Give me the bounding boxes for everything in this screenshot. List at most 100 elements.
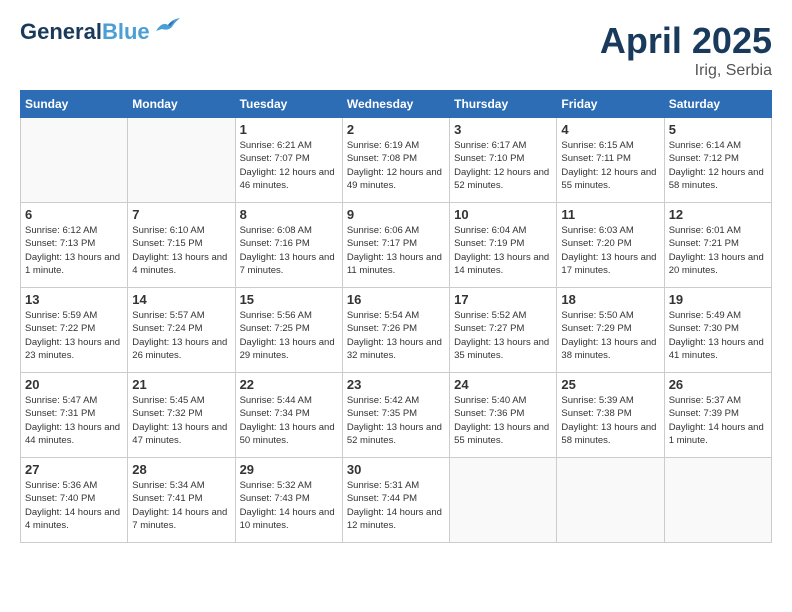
day-info: Sunrise: 6:03 AMSunset: 7:20 PMDaylight:… bbox=[561, 224, 659, 277]
title-section: April 2025 Irig, Serbia bbox=[600, 20, 772, 80]
day-number: 15 bbox=[240, 292, 338, 307]
weekday-header-row: SundayMondayTuesdayWednesdayThursdayFrid… bbox=[21, 91, 772, 118]
day-cell: 25 Sunrise: 5:39 AMSunset: 7:38 PMDayligh… bbox=[557, 373, 664, 458]
day-cell: 21Sunrise: 5:45 AMSunset: 7:32 PMDayligh… bbox=[128, 373, 235, 458]
day-info: Sunrise: 6:10 AMSunset: 7:15 PMDaylight:… bbox=[132, 224, 230, 277]
week-row-4: 20 Sunrise: 5:47 AMSunset: 7:31 PMDayligh… bbox=[21, 373, 772, 458]
day-cell: 18 Sunrise: 5:50 AMSunset: 7:29 PMDayligh… bbox=[557, 288, 664, 373]
day-cell: 12 Sunrise: 6:01 AMSunset: 7:21 PMDayligh… bbox=[664, 203, 771, 288]
day-cell: 19 Sunrise: 5:49 AMSunset: 7:30 PMDayligh… bbox=[664, 288, 771, 373]
day-number: 12 bbox=[669, 207, 767, 222]
day-cell: 11 Sunrise: 6:03 AMSunset: 7:20 PMDayligh… bbox=[557, 203, 664, 288]
day-number: 5 bbox=[669, 122, 767, 137]
day-info: Sunrise: 6:01 AMSunset: 7:21 PMDaylight:… bbox=[669, 224, 767, 277]
calendar-table: SundayMondayTuesdayWednesdayThursdayFrid… bbox=[20, 90, 772, 543]
day-info: Sunrise: 6:06 AMSunset: 7:17 PMDaylight:… bbox=[347, 224, 445, 277]
day-info: Sunrise: 5:42 AMSunset: 7:35 PMDaylight:… bbox=[347, 394, 445, 447]
day-info: Sunrise: 6:17 AMSunset: 7:10 PMDaylight:… bbox=[454, 139, 552, 192]
day-info: Sunrise: 5:52 AMSunset: 7:27 PMDaylight:… bbox=[454, 309, 552, 362]
day-cell: 13 Sunrise: 5:59 AMSunset: 7:22 PMDayligh… bbox=[21, 288, 128, 373]
calendar-subtitle: Irig, Serbia bbox=[600, 62, 772, 80]
day-info: Sunrise: 6:21 AMSunset: 7:07 PMDaylight:… bbox=[240, 139, 338, 192]
day-cell: 28 Sunrise: 5:34 AMSunset: 7:41 PMDayligh… bbox=[128, 458, 235, 543]
day-info: Sunrise: 5:34 AMSunset: 7:41 PMDaylight:… bbox=[132, 479, 230, 532]
day-info: Sunrise: 5:47 AMSunset: 7:31 PMDaylight:… bbox=[25, 394, 123, 447]
day-cell: 16 Sunrise: 5:54 AMSunset: 7:26 PMDayligh… bbox=[342, 288, 449, 373]
day-number: 17 bbox=[454, 292, 552, 307]
week-row-3: 13 Sunrise: 5:59 AMSunset: 7:22 PMDayligh… bbox=[21, 288, 772, 373]
day-info: Sunrise: 5:44 AMSunset: 7:34 PMDaylight:… bbox=[240, 394, 338, 447]
day-cell bbox=[557, 458, 664, 543]
day-info: Sunrise: 6:08 AMSunset: 7:16 PMDaylight:… bbox=[240, 224, 338, 277]
day-info: Sunrise: 5:32 AMSunset: 7:43 PMDaylight:… bbox=[240, 479, 338, 532]
day-info: Sunrise: 5:56 AMSunset: 7:25 PMDaylight:… bbox=[240, 309, 338, 362]
day-cell: 9 Sunrise: 6:06 AMSunset: 7:17 PMDaylight… bbox=[342, 203, 449, 288]
day-cell: 30Sunrise: 5:31 AMSunset: 7:44 PMDayligh… bbox=[342, 458, 449, 543]
day-number: 11 bbox=[561, 207, 659, 222]
day-cell: 3 Sunrise: 6:17 AMSunset: 7:10 PMDaylight… bbox=[450, 118, 557, 203]
day-cell: 20 Sunrise: 5:47 AMSunset: 7:31 PMDayligh… bbox=[21, 373, 128, 458]
weekday-header-monday: Monday bbox=[128, 91, 235, 118]
day-number: 19 bbox=[669, 292, 767, 307]
day-cell: 7 Sunrise: 6:10 AMSunset: 7:15 PMDaylight… bbox=[128, 203, 235, 288]
day-cell: 5Sunrise: 6:14 AMSunset: 7:12 PMDaylight… bbox=[664, 118, 771, 203]
week-row-2: 6 Sunrise: 6:12 AMSunset: 7:13 PMDaylight… bbox=[21, 203, 772, 288]
day-info: Sunrise: 5:54 AMSunset: 7:26 PMDaylight:… bbox=[347, 309, 445, 362]
day-number: 18 bbox=[561, 292, 659, 307]
day-cell bbox=[128, 118, 235, 203]
day-cell: 23 Sunrise: 5:42 AMSunset: 7:35 PMDayligh… bbox=[342, 373, 449, 458]
weekday-header-tuesday: Tuesday bbox=[235, 91, 342, 118]
day-cell: 1 Sunrise: 6:21 AMSunset: 7:07 PMDaylight… bbox=[235, 118, 342, 203]
logo-blue: Blue bbox=[102, 19, 150, 44]
day-number: 8 bbox=[240, 207, 338, 222]
day-number: 3 bbox=[454, 122, 552, 137]
day-cell: 14Sunrise: 5:57 AMSunset: 7:24 PMDayligh… bbox=[128, 288, 235, 373]
day-cell: 24Sunrise: 5:40 AMSunset: 7:36 PMDayligh… bbox=[450, 373, 557, 458]
weekday-header-thursday: Thursday bbox=[450, 91, 557, 118]
logo-bird-icon bbox=[154, 17, 182, 35]
logo: GeneralBlue bbox=[20, 20, 182, 44]
day-info: Sunrise: 6:19 AMSunset: 7:08 PMDaylight:… bbox=[347, 139, 445, 192]
day-number: 2 bbox=[347, 122, 445, 137]
weekday-header-sunday: Sunday bbox=[21, 91, 128, 118]
day-info: Sunrise: 5:39 AMSunset: 7:38 PMDaylight:… bbox=[561, 394, 659, 447]
day-number: 9 bbox=[347, 207, 445, 222]
day-info: Sunrise: 5:50 AMSunset: 7:29 PMDaylight:… bbox=[561, 309, 659, 362]
day-number: 4 bbox=[561, 122, 659, 137]
day-cell: 17 Sunrise: 5:52 AMSunset: 7:27 PMDayligh… bbox=[450, 288, 557, 373]
day-number: 28 bbox=[132, 462, 230, 477]
day-number: 13 bbox=[25, 292, 123, 307]
day-number: 6 bbox=[25, 207, 123, 222]
calendar-title: April 2025 bbox=[600, 20, 772, 62]
day-cell: 27 Sunrise: 5:36 AMSunset: 7:40 PMDayligh… bbox=[21, 458, 128, 543]
day-cell: 8 Sunrise: 6:08 AMSunset: 7:16 PMDaylight… bbox=[235, 203, 342, 288]
day-number: 29 bbox=[240, 462, 338, 477]
week-row-5: 27 Sunrise: 5:36 AMSunset: 7:40 PMDayligh… bbox=[21, 458, 772, 543]
page-header: GeneralBlue April 2025 Irig, Serbia bbox=[20, 20, 772, 80]
day-number: 23 bbox=[347, 377, 445, 392]
day-cell: 29 Sunrise: 5:32 AMSunset: 7:43 PMDayligh… bbox=[235, 458, 342, 543]
day-cell: 26 Sunrise: 5:37 AMSunset: 7:39 PMDayligh… bbox=[664, 373, 771, 458]
day-cell: 6 Sunrise: 6:12 AMSunset: 7:13 PMDaylight… bbox=[21, 203, 128, 288]
day-cell: 22Sunrise: 5:44 AMSunset: 7:34 PMDayligh… bbox=[235, 373, 342, 458]
day-number: 26 bbox=[669, 377, 767, 392]
day-number: 1 bbox=[240, 122, 338, 137]
day-info: Sunrise: 5:45 AMSunset: 7:32 PMDaylight:… bbox=[132, 394, 230, 447]
day-number: 27 bbox=[25, 462, 123, 477]
day-info: Sunrise: 5:59 AMSunset: 7:22 PMDaylight:… bbox=[25, 309, 123, 362]
day-number: 25 bbox=[561, 377, 659, 392]
day-info: Sunrise: 6:04 AMSunset: 7:19 PMDaylight:… bbox=[454, 224, 552, 277]
logo-general: General bbox=[20, 19, 102, 44]
weekday-header-saturday: Saturday bbox=[664, 91, 771, 118]
weekday-header-wednesday: Wednesday bbox=[342, 91, 449, 118]
day-number: 20 bbox=[25, 377, 123, 392]
day-number: 30 bbox=[347, 462, 445, 477]
day-number: 16 bbox=[347, 292, 445, 307]
day-info: Sunrise: 5:37 AMSunset: 7:39 PMDaylight:… bbox=[669, 394, 767, 447]
day-number: 7 bbox=[132, 207, 230, 222]
day-info: Sunrise: 5:49 AMSunset: 7:30 PMDaylight:… bbox=[669, 309, 767, 362]
weekday-header-friday: Friday bbox=[557, 91, 664, 118]
day-info: Sunrise: 5:36 AMSunset: 7:40 PMDaylight:… bbox=[25, 479, 123, 532]
day-cell bbox=[450, 458, 557, 543]
day-info: Sunrise: 6:12 AMSunset: 7:13 PMDaylight:… bbox=[25, 224, 123, 277]
